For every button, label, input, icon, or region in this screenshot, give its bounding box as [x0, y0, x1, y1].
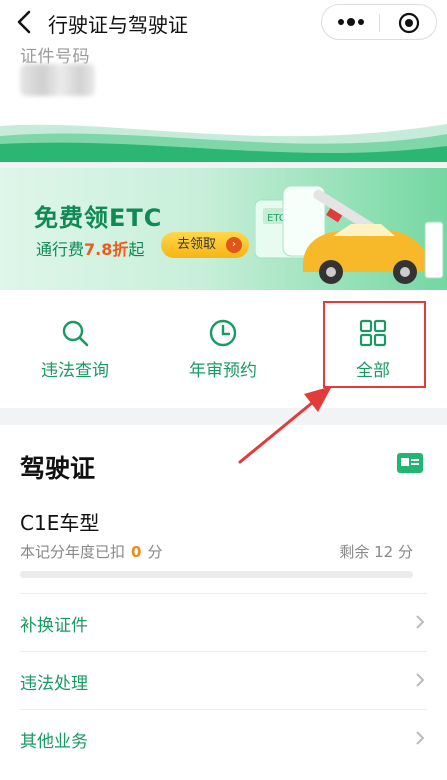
license-card-icon[interactable]	[397, 453, 423, 473]
license-title: 驾驶证	[20, 454, 96, 483]
arrow-right-icon: ›	[226, 237, 242, 253]
banner-title: 免费领ETC	[34, 204, 163, 232]
menu-label: 补换证件	[20, 616, 88, 636]
page-title: 行驶证与驾驶证	[48, 13, 188, 37]
deducted-value: 0	[131, 543, 142, 561]
chevron-right-icon	[416, 673, 425, 687]
etc-promo-banner[interactable]: 免费领ETC 通行费7.8折起 去领取 › ETC	[0, 168, 447, 290]
back-arrow-icon[interactable]	[10, 6, 40, 38]
discount-highlight: 7.8折	[84, 240, 129, 259]
points-progress-bar	[20, 571, 413, 578]
menu-other-services[interactable]: 其他业务	[20, 709, 427, 767]
action-label: 违法查询	[41, 361, 109, 381]
points-remaining: 剩余 12 分	[339, 543, 413, 561]
action-label: 年审预约	[189, 361, 257, 381]
points-deducted: 本记分年度已扣 0 分	[20, 543, 163, 561]
action-annual-inspection[interactable]: 年审预约	[148, 290, 298, 408]
etc-car-illustration: ETC	[255, 185, 444, 284]
close-target-icon[interactable]	[398, 12, 420, 34]
menu-label: 其他业务	[20, 732, 88, 752]
decorative-wave	[0, 124, 447, 162]
mini-program-capsule	[321, 4, 437, 40]
more-icon[interactable]	[336, 16, 366, 28]
chevron-right-icon	[416, 731, 425, 745]
menu-label: 违法处理	[20, 674, 88, 694]
highlight-box	[323, 301, 426, 388]
chevron-right-icon	[416, 615, 425, 629]
vehicle-id-card[interactable]: 证件号码	[0, 44, 447, 162]
id-number-masked	[20, 64, 95, 96]
driver-license-card: 驾驶证 C1E车型 本记分年度已扣 0 分 剩余 12 分 补换证件 违法处理 其他…	[0, 425, 447, 780]
banner-subtitle: 通行费7.8折起	[36, 240, 145, 259]
claim-button[interactable]: 去领取 ›	[161, 232, 249, 258]
action-violation-query[interactable]: 违法查询	[0, 290, 150, 408]
menu-replace-certificate[interactable]: 补换证件	[20, 593, 427, 651]
nav-bar: 行驶证与驾驶证	[0, 0, 447, 44]
clock-icon	[209, 319, 237, 347]
menu-violation-handling[interactable]: 违法处理	[20, 651, 427, 709]
capsule-divider	[379, 14, 380, 32]
license-class: C1E车型	[20, 511, 100, 535]
search-icon	[62, 320, 89, 347]
